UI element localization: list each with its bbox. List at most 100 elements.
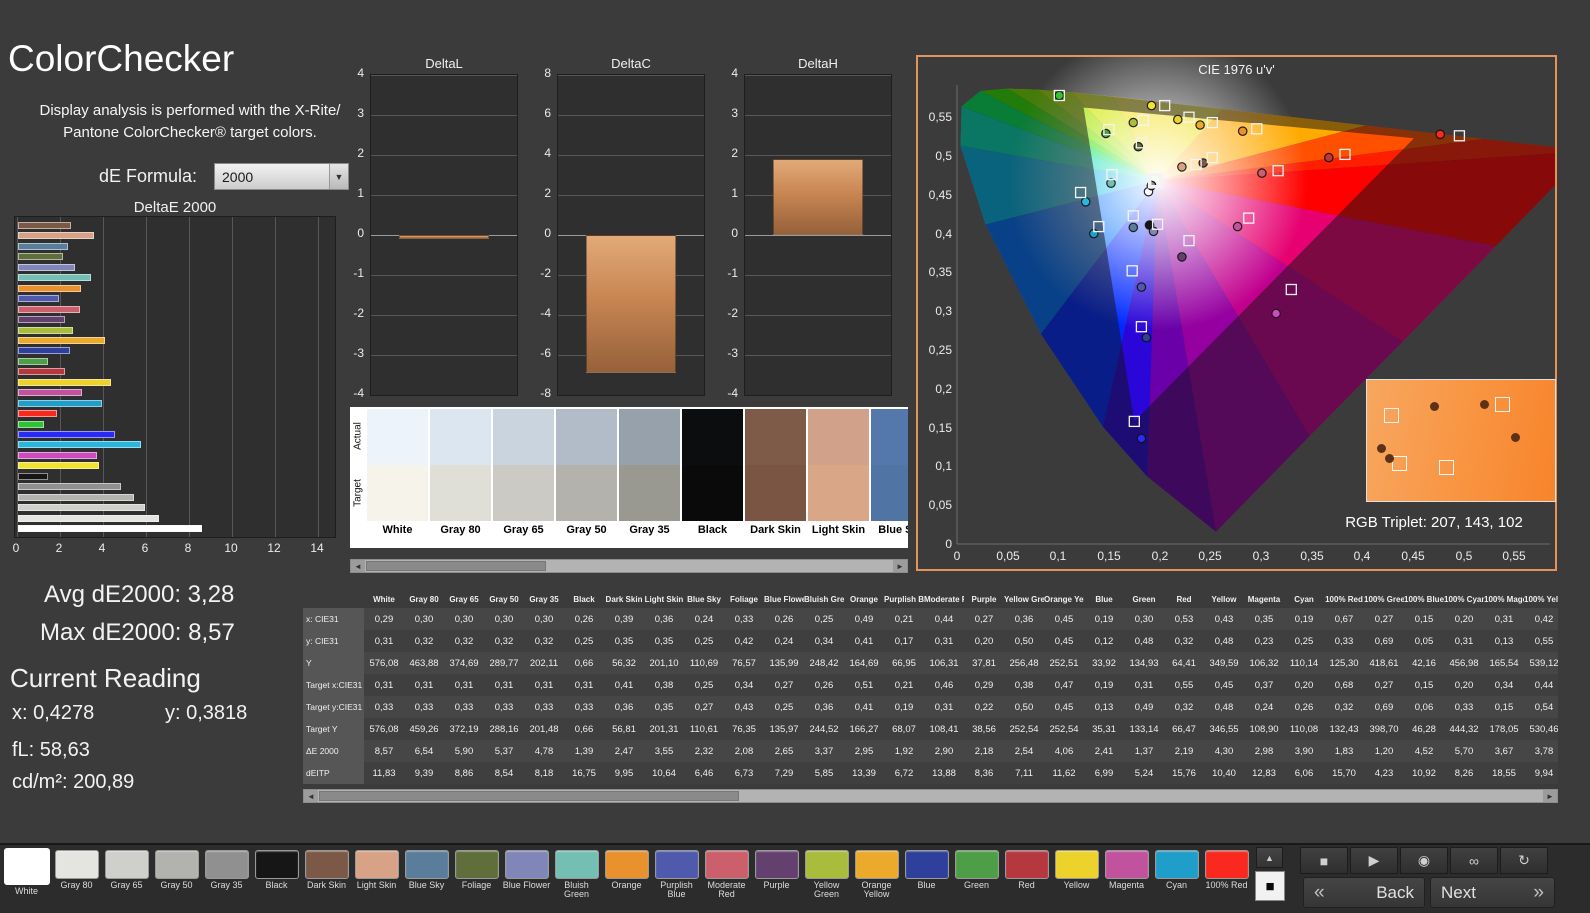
swatch-color xyxy=(404,850,449,879)
scroll-left-icon[interactable]: ◄ xyxy=(351,560,365,572)
refresh-button[interactable]: ↻ xyxy=(1500,847,1548,874)
table-cell: 15,70 xyxy=(1324,762,1364,784)
table-cell: 0,48 xyxy=(1204,630,1244,652)
back-button[interactable]: « Back xyxy=(1303,877,1425,908)
cdm2-readout: cd/m²: 200,89 xyxy=(12,771,135,793)
table-cell: 0,20 xyxy=(1444,674,1484,696)
swatch-button-purplish-blue[interactable]: Purplish Blue xyxy=(652,848,701,912)
deltae-bar xyxy=(18,232,95,240)
gridline xyxy=(371,155,517,156)
swatch-button-blue[interactable]: Blue xyxy=(902,848,951,912)
table-cell: 0,26 xyxy=(1284,696,1324,718)
swatch-button-black[interactable]: Black xyxy=(252,848,301,912)
strip-patch-blue-sky[interactable]: Blue Sky xyxy=(871,409,908,542)
table-cell: 0,31 xyxy=(364,674,404,696)
swatch-button-orange-yellow[interactable]: Orange Yellow xyxy=(852,848,901,912)
swatch-button-100--green[interactable]: 100% Green xyxy=(1252,848,1253,912)
table-scrollbar-thumb[interactable] xyxy=(319,791,739,801)
swatch-button-magenta[interactable]: Magenta xyxy=(1102,848,1151,912)
strip-scrollbar-thumb[interactable] xyxy=(366,561,546,571)
column-header: 100% Red xyxy=(1325,595,1363,604)
scroll-right-icon[interactable]: ► xyxy=(1543,790,1557,802)
current-patch-button[interactable]: ■ xyxy=(1255,871,1285,901)
swatch-button-green[interactable]: Green xyxy=(952,848,1001,912)
patch-target-color xyxy=(619,465,680,521)
swatch-button-white[interactable]: White xyxy=(2,848,51,912)
swatch-button-gray-65[interactable]: Gray 65 xyxy=(102,848,151,912)
table-cell: 418,61 xyxy=(1364,652,1404,674)
strip-patch-light-skin[interactable]: Light Skin xyxy=(808,409,869,542)
swatch-button-moderate-red[interactable]: Moderate Red xyxy=(702,848,751,912)
strip-patch-gray-80[interactable]: Gray 80 xyxy=(430,409,491,542)
swatch-label: Orange Yellow xyxy=(861,880,892,900)
swatch-button-bluish-green[interactable]: Bluish Green xyxy=(552,848,601,912)
table-cell: 110,61 xyxy=(684,718,724,740)
continuous-button[interactable]: ∞ xyxy=(1450,847,1498,874)
deltac-title: DeltaC xyxy=(611,56,651,71)
scroll-left-icon[interactable]: ◄ xyxy=(304,790,318,802)
swatch-button-blue-flower[interactable]: Blue Flower xyxy=(502,848,551,912)
swatch-button-gray-35[interactable]: Gray 35 xyxy=(202,848,251,912)
gridline xyxy=(558,75,704,76)
camera-button[interactable]: ◉ xyxy=(1400,847,1448,874)
table-cell: 0,30 xyxy=(484,608,524,630)
deltae-bar xyxy=(18,483,121,491)
table-cell: 0,31 xyxy=(404,674,444,696)
scroll-right-icon[interactable]: ► xyxy=(893,560,907,572)
patch-actual-color xyxy=(808,409,869,465)
swatch-button-yellow[interactable]: Yellow xyxy=(1052,848,1101,912)
swatch-button-red[interactable]: Red xyxy=(1002,848,1051,912)
axis-tick-label: -1 xyxy=(727,266,738,280)
strip-patch-white[interactable]: White xyxy=(367,409,428,542)
table-cell: 0,33 xyxy=(724,608,764,630)
swatch-button-light-skin[interactable]: Light Skin xyxy=(352,848,401,912)
table-cell: 0,27 xyxy=(684,696,724,718)
table-cell: 0,34 xyxy=(804,630,844,652)
swatch-button-orange[interactable]: Orange xyxy=(602,848,651,912)
axis-tick-label: 0,35 xyxy=(1300,549,1324,563)
strip-patch-black[interactable]: Black xyxy=(682,409,743,542)
table-cell: 244,52 xyxy=(804,718,844,740)
swatch-button-dark-skin[interactable]: Dark Skin xyxy=(302,848,351,912)
strip-patch-gray-65[interactable]: Gray 65 xyxy=(493,409,554,542)
swatch-button-cyan[interactable]: Cyan xyxy=(1152,848,1201,912)
up-arrow-button[interactable]: ▲ xyxy=(1256,847,1283,868)
strip-patch-dark-skin[interactable]: Dark Skin xyxy=(745,409,806,542)
axis-tick-label: 3 xyxy=(731,106,738,120)
patch-actual-color xyxy=(493,409,554,465)
deltae-bar xyxy=(18,462,100,470)
table-cell: 35,31 xyxy=(1084,718,1124,740)
de-formula-dropdown[interactable]: 2000 ▼ xyxy=(214,163,349,190)
stop-button[interactable]: ■ xyxy=(1300,847,1348,874)
description-line1: Display analysis is performed with the X… xyxy=(39,102,341,119)
swatch-button-blue-sky[interactable]: Blue Sky xyxy=(402,848,451,912)
swatch-button-100--red[interactable]: 100% Red xyxy=(1202,848,1251,912)
column-header: Bluish Green xyxy=(804,595,844,604)
swatch-button-yellow-green[interactable]: Yellow Green xyxy=(802,848,851,912)
strip-patch-gray-50[interactable]: Gray 50 xyxy=(556,409,617,542)
gridline xyxy=(146,217,147,537)
deltae-bar xyxy=(18,253,63,261)
swatch-button-purple[interactable]: Purple xyxy=(752,848,801,912)
table-cell: 110,14 xyxy=(1284,652,1324,674)
column-header: Gray 35 xyxy=(529,595,559,604)
axis-tick-label: 2 xyxy=(544,186,551,200)
gridline xyxy=(558,395,704,396)
swatch-button-gray-80[interactable]: Gray 80 xyxy=(52,848,101,912)
swatch-label: Magenta xyxy=(1108,880,1145,890)
axis-tick-label: 0,25 xyxy=(1198,549,1222,563)
table-cell: 42,16 xyxy=(1404,652,1444,674)
table-cell: 5,37 xyxy=(484,740,524,762)
strip-scrollbar[interactable]: ◄ ► xyxy=(350,559,908,573)
table-scrollbar[interactable]: ◄ ► xyxy=(303,789,1558,803)
swatch-button-foliage[interactable]: Foliage xyxy=(452,848,501,912)
swatch-color xyxy=(304,850,349,879)
table-cell: 0,32 xyxy=(484,630,524,652)
table-cell: 372,19 xyxy=(444,718,484,740)
next-button[interactable]: Next » xyxy=(1430,877,1555,908)
strip-patch-gray-35[interactable]: Gray 35 xyxy=(619,409,680,542)
deltae-bar xyxy=(18,242,68,250)
swatch-button-gray-50[interactable]: Gray 50 xyxy=(152,848,201,912)
table-cell: 0,44 xyxy=(924,608,964,630)
play-button[interactable]: ▶ xyxy=(1350,847,1398,874)
